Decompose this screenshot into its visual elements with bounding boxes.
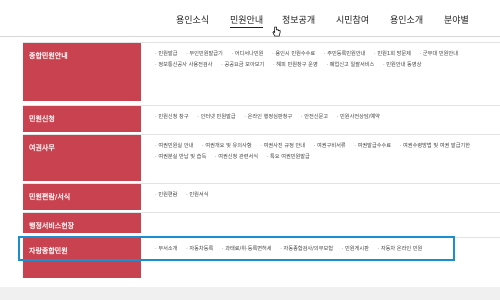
menu-link[interactable]: 온라인 행정심판청구 bbox=[244, 112, 293, 123]
nav-item-citizen-participation[interactable]: 시민참여 bbox=[336, 13, 369, 26]
menu-link[interactable]: 여권민원실 안내 bbox=[155, 141, 193, 152]
menu-link[interactable]: 민원1회 방문제 bbox=[374, 49, 411, 60]
menu-link[interactable]: 여권사진 규정 안내 bbox=[260, 141, 305, 152]
nav-item-civil-service[interactable]: 민원안내 bbox=[230, 13, 264, 28]
nav-item-by-field[interactable]: 분야별 bbox=[444, 13, 469, 26]
nav-item-about-yongin[interactable]: 용인소개 bbox=[390, 13, 423, 26]
section-title[interactable]: 행정서비스헌장 bbox=[23, 213, 141, 233]
section-links: 여권민원실 안내 여권개요 및 유의사항 여권사진 규정 안내 여권구비서류 여… bbox=[155, 141, 492, 163]
menu-link[interactable]: 민원편람 bbox=[155, 190, 177, 201]
menu-link[interactable]: 안전신문고 bbox=[301, 112, 328, 123]
menu-link[interactable]: 민원사전상담/예약 bbox=[337, 112, 380, 123]
section-links: 민원신청 창구 인터넷 민원발급 온라인 행정심판청구 안전신문고 민원사전상담… bbox=[155, 112, 492, 123]
menu-section-application: 민원신청 민원신청 창구 인터넷 민원발급 온라인 행정심판청구 안전신문고 민… bbox=[23, 105, 500, 132]
menu-link[interactable]: 민원발급 bbox=[155, 49, 177, 60]
menu-link[interactable]: 군부대 민원안내 bbox=[420, 49, 458, 60]
menu-link[interactable]: 민원안내 동영상 bbox=[383, 60, 421, 71]
highlight-frame bbox=[18, 236, 455, 261]
menu-link[interactable]: 여권개요 및 유의사항 bbox=[202, 141, 251, 152]
nav-item-info-disclosure[interactable]: 정보공개 bbox=[282, 13, 315, 26]
menu-link[interactable]: 공공요금 모아보기 bbox=[221, 60, 264, 71]
menu-section-handbook-forms: 민원편람/서식 민원편람 민원서식 bbox=[23, 183, 500, 210]
menu-link[interactable]: 여권발급수수료 bbox=[354, 141, 391, 152]
section-title[interactable]: 민원신청 bbox=[23, 106, 141, 132]
section-links: 민원편람 민원서식 bbox=[155, 190, 492, 201]
menu-link[interactable]: 용인시 민원수수료 bbox=[272, 49, 315, 60]
page-content-below bbox=[0, 287, 500, 300]
section-links: 민원발급 무인민원발급기 어디서나민원 용인시 민원수수료 주민등록민원안내 민… bbox=[155, 49, 492, 71]
section-title[interactable]: 민원편람/서식 bbox=[23, 184, 141, 210]
menu-link[interactable]: 여권신청 관련서식 bbox=[215, 152, 258, 163]
menu-link[interactable]: 어디서나민원 bbox=[231, 49, 264, 60]
menu-link[interactable]: 민원신청 창구 bbox=[155, 112, 188, 123]
menu-section-passport: 여권사무 여권민원실 안내 여권개요 및 유의사항 여권사진 규정 안내 여권구… bbox=[23, 134, 500, 181]
menu-link[interactable]: 특요 여권민원발급 bbox=[267, 152, 310, 163]
menu-link[interactable]: 민원서식 bbox=[186, 190, 208, 201]
menu-link[interactable]: 인터넷 민원발급 bbox=[197, 112, 236, 123]
nav-item-news[interactable]: 용인소식 bbox=[176, 13, 209, 26]
menu-link[interactable]: 해피 민원창구 운영 bbox=[273, 60, 317, 71]
section-title[interactable]: 여권사무 bbox=[23, 135, 141, 181]
menu-link[interactable]: 여권구비서류 bbox=[314, 141, 346, 152]
menu-link[interactable]: 정보통신공사 사용전검사 bbox=[155, 60, 212, 71]
menu-link[interactable]: 여권수령방법 및 여권 발급기한 bbox=[400, 141, 470, 152]
menu-link[interactable]: 주민등록민원안내 bbox=[324, 49, 365, 60]
menu-link[interactable]: 무인민원발급기 bbox=[186, 49, 222, 60]
menu-section-service-charter: 행정서비스헌장 bbox=[23, 212, 500, 233]
menu-section-general-guide: 종합민원안내 민원발급 무인민원발급기 어디서나민원 용인시 민원수수료 주민등… bbox=[23, 42, 500, 101]
menu-link[interactable]: 여권분실 반납 및 습득 bbox=[155, 152, 206, 163]
section-title[interactable]: 종합민원안내 bbox=[23, 43, 141, 101]
menu-link[interactable]: 폐업신고 일괄서비스 bbox=[326, 60, 375, 71]
top-navigation: 용인소식 민원안내 정보공개 시민참여 용인소개 분야별 bbox=[0, 0, 500, 37]
